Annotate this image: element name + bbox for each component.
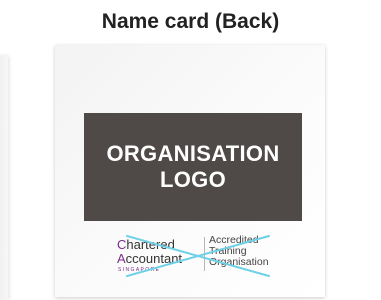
- adjacent-card-edge: [0, 56, 8, 300]
- logo-placeholder-line-1: ORGANISATION: [106, 141, 280, 166]
- name-card-back: ORGANISATION LOGO Chartered Accountant S…: [55, 45, 325, 297]
- page-title: Name card (Back): [101, 10, 280, 33]
- logo-placeholder-line-2: LOGO: [160, 167, 226, 192]
- cross-out-icon: [126, 235, 270, 277]
- organisation-logo-placeholder: ORGANISATION LOGO: [84, 113, 302, 221]
